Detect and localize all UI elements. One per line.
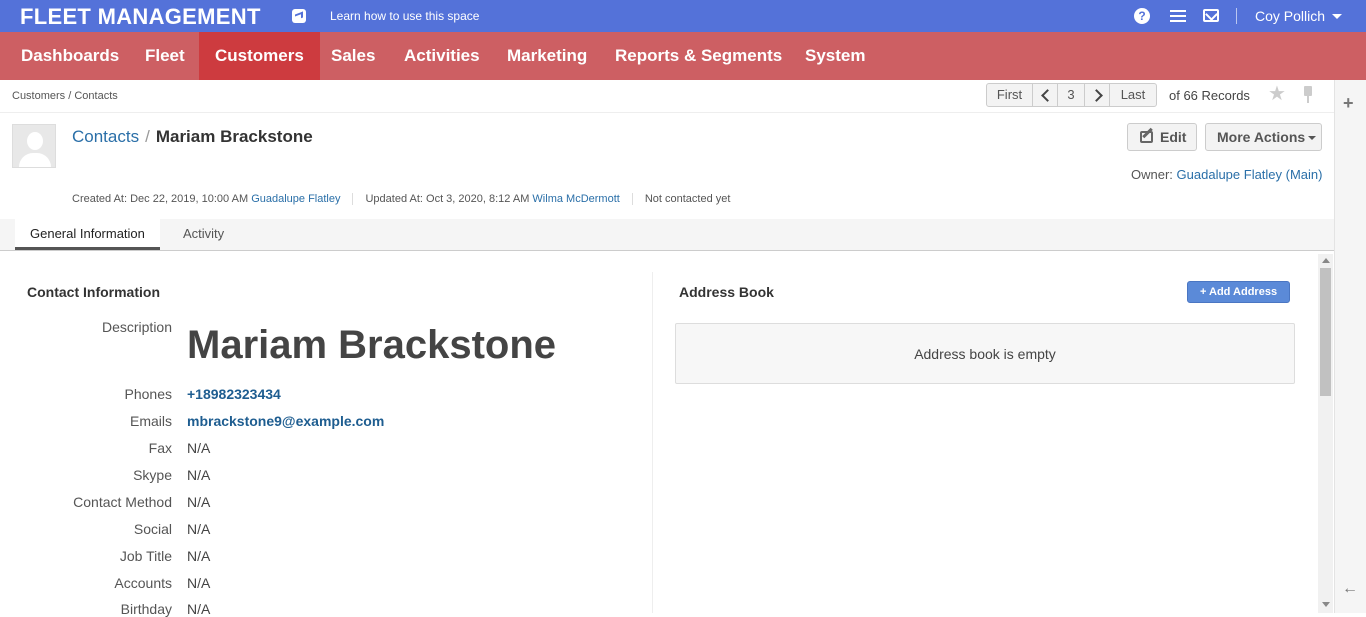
caret-down-icon <box>1308 136 1316 140</box>
chevron-down-icon[interactable] <box>1332 14 1342 19</box>
divider <box>0 112 1334 113</box>
add-address-button[interactable]: + Add Address <box>1187 281 1290 303</box>
owner-label: Owner: <box>1131 167 1173 182</box>
email-link[interactable]: mbrackstone9@example.com <box>187 413 384 429</box>
field-label: Job Title <box>119 548 172 564</box>
side-panel <box>1334 80 1366 613</box>
star-icon[interactable]: ★ <box>1268 84 1286 104</box>
scroll-down-icon[interactable] <box>1322 602 1330 607</box>
field-label: Description <box>101 319 172 335</box>
updated-label: Updated At: Oct 3, 2020, 8:12 AM <box>365 193 530 205</box>
page-title: Contacts / Mariam Brackstone <box>72 127 313 147</box>
field-value: N/A <box>187 521 211 537</box>
field-value: N/A <box>187 548 211 564</box>
owner-link[interactable]: Guadalupe Flatley (Main) <box>1177 167 1323 182</box>
breadcrumb: Customers / Contacts <box>12 90 118 102</box>
column-divider <box>652 272 653 613</box>
app-title[interactable]: FLEET MANAGEMENT <box>20 4 261 30</box>
main-nav: Dashboards Fleet Customers Sales Activit… <box>0 32 1366 80</box>
created-label: Created At: Dec 22, 2019, 10:00 AM <box>72 193 249 205</box>
nav-activities[interactable]: Activities <box>388 32 496 80</box>
menu-icon[interactable] <box>1170 10 1186 22</box>
contact-status: Not contacted yet <box>644 193 731 205</box>
field-label: Contact Method <box>73 494 172 510</box>
contact-information-title: Contact Information <box>27 284 160 300</box>
nav-dashboards[interactable]: Dashboards <box>5 32 135 80</box>
arrow-left-icon[interactable]: ← <box>1342 580 1358 598</box>
field-label: Phones <box>124 386 172 402</box>
record-meta: Created At: Dec 22, 2019, 10:00 AM Guada… <box>72 193 754 205</box>
chevron-left-icon[interactable] <box>1032 83 1058 107</box>
nav-reports-segments[interactable]: Reports & Segments <box>599 32 798 80</box>
page-number[interactable]: 3 <box>1057 83 1085 107</box>
nav-fleet[interactable]: Fleet <box>129 32 201 80</box>
pin-icon[interactable] <box>1300 86 1316 104</box>
nav-marketing[interactable]: Marketing <box>491 32 603 80</box>
edit-button[interactable]: Edit <box>1127 123 1197 151</box>
plus-icon[interactable]: + <box>1343 93 1354 114</box>
share-icon[interactable] <box>292 9 306 23</box>
field-value: N/A <box>187 601 211 617</box>
field-label: Social <box>133 521 172 537</box>
last-button[interactable]: Last <box>1109 83 1157 107</box>
address-book-empty: Address book is empty <box>675 323 1295 384</box>
more-actions-label: More Actions <box>1217 129 1306 145</box>
contacts-link[interactable]: Contacts <box>72 127 139 146</box>
tabs-bar: General Information Activity <box>0 219 1334 251</box>
created-by-link[interactable]: Guadalupe Flatley <box>251 193 340 205</box>
field-label: Emails <box>129 413 172 429</box>
learn-link[interactable]: Learn how to use this space <box>330 9 479 23</box>
nav-customers[interactable]: Customers <box>199 32 320 80</box>
edit-label: Edit <box>1160 129 1187 145</box>
chevron-right-icon[interactable] <box>1084 83 1110 107</box>
nav-system[interactable]: System <box>789 32 881 80</box>
field-label: Accounts <box>114 575 172 591</box>
edit-icon <box>1140 131 1153 143</box>
first-button[interactable]: First <box>986 83 1033 107</box>
scroll-up-icon[interactable] <box>1322 258 1330 263</box>
tab-general-information[interactable]: General Information <box>15 219 160 250</box>
title-separator: / <box>145 127 150 146</box>
tab-activity[interactable]: Activity <box>168 219 239 250</box>
nav-sales[interactable]: Sales <box>315 32 391 80</box>
address-book-title: Address Book <box>679 284 774 300</box>
field-value: N/A <box>187 467 211 483</box>
updated-by-link[interactable]: Wilma McDermott <box>532 193 619 205</box>
scrollbar[interactable] <box>1318 254 1333 613</box>
avatar <box>12 124 56 168</box>
field-label: Skype <box>133 467 172 483</box>
help-icon[interactable]: ? <box>1134 8 1150 24</box>
user-menu[interactable]: Coy Pollich <box>1255 8 1325 24</box>
records-count: of 66 Records <box>1169 88 1250 103</box>
field-label: Fax <box>148 440 172 456</box>
field-value: N/A <box>187 440 211 456</box>
field-value: N/A <box>187 494 211 510</box>
created-at: Created At: Dec 22, 2019, 10:00 AM Guada… <box>72 193 354 205</box>
owner: Owner: Guadalupe Flatley (Main) <box>1131 167 1323 182</box>
field-value: N/A <box>187 575 211 591</box>
contact-name: Mariam Brackstone <box>155 127 313 146</box>
pagination: First 3 Last <box>986 83 1157 107</box>
phone-link[interactable]: +18982323434 <box>187 386 281 402</box>
description-value: Mariam Brackstone <box>187 323 557 367</box>
top-divider <box>1236 8 1237 24</box>
mail-icon[interactable] <box>1203 9 1219 22</box>
field-label: Birthday <box>120 601 172 617</box>
updated-at: Updated At: Oct 3, 2020, 8:12 AM Wilma M… <box>365 193 633 205</box>
more-actions-button[interactable]: More Actions <box>1205 123 1322 151</box>
top-bar: FLEET MANAGEMENT Learn how to use this s… <box>0 0 1366 32</box>
scroll-thumb[interactable] <box>1320 268 1331 396</box>
